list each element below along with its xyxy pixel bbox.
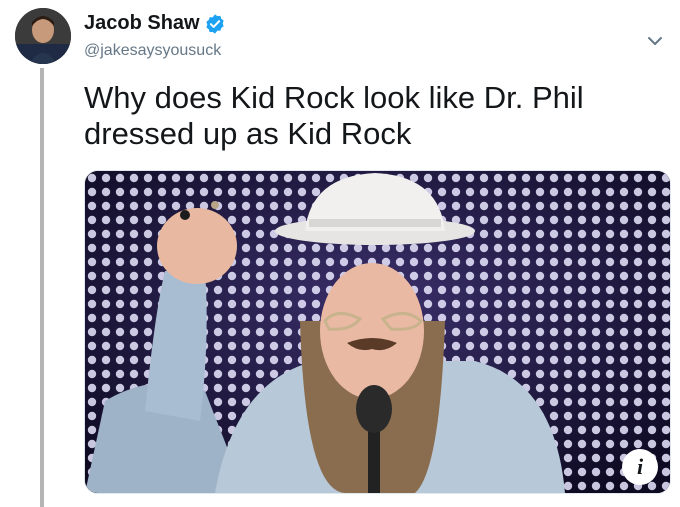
verified-badge-icon: [206, 14, 224, 34]
tweet-text-line-1: Why does Kid Rock look like Dr. Phil: [84, 80, 584, 115]
avatar[interactable]: [15, 8, 71, 64]
media-card[interactable]: i: [84, 170, 671, 494]
tweet-text: Why does Kid Rock look like Dr. Phil dre…: [84, 80, 664, 152]
card-photo: [85, 171, 670, 493]
avatar-image: [15, 8, 71, 64]
info-icon[interactable]: i: [622, 449, 658, 485]
chevron-down-icon[interactable]: [644, 30, 666, 52]
tweet-text-line-2: dressed up as Kid Rock: [84, 116, 412, 151]
display-name[interactable]: Jacob Shaw: [84, 12, 200, 35]
user-handle[interactable]: @jakesaysyousuck: [84, 42, 221, 60]
thread-line: [40, 68, 44, 507]
